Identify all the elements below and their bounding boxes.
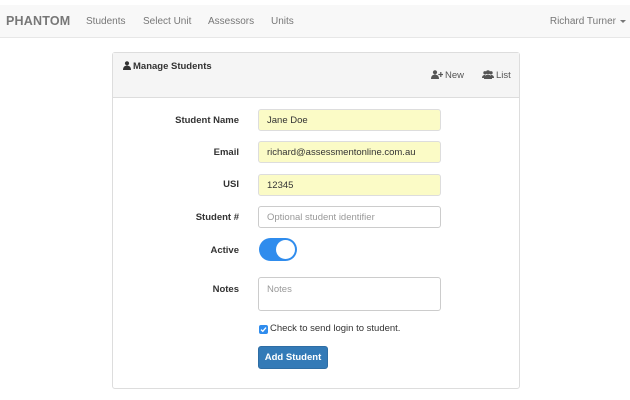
send-login-label: Check to send login to student. bbox=[270, 323, 401, 334]
notes-label: Notes bbox=[212, 284, 239, 295]
nav-link-units[interactable]: Units bbox=[271, 16, 294, 27]
nav-link-select-unit[interactable]: Select Unit bbox=[143, 16, 191, 27]
nav-link-students[interactable]: Students bbox=[86, 16, 125, 27]
email-input[interactable] bbox=[258, 141, 441, 163]
student-number-label: Student # bbox=[195, 212, 239, 223]
new-link-label: New bbox=[445, 70, 465, 81]
new-student-link[interactable]: New bbox=[431, 70, 464, 81]
panel-title: Manage Students bbox=[123, 61, 212, 72]
usi-input[interactable] bbox=[258, 174, 441, 196]
panel-header: Manage Students New List bbox=[113, 53, 519, 98]
brand-logo[interactable]: PHANTOM bbox=[6, 14, 70, 28]
notes-textarea[interactable] bbox=[258, 277, 441, 311]
active-toggle[interactable] bbox=[259, 238, 297, 261]
nav-link-assessors[interactable]: Assessors bbox=[208, 16, 254, 27]
student-number-input[interactable] bbox=[258, 206, 441, 228]
panel-title-text: Manage Students bbox=[133, 61, 212, 72]
user-icon bbox=[123, 61, 131, 70]
usi-label: USI bbox=[223, 179, 239, 190]
caret-down-icon bbox=[620, 19, 626, 23]
top-navbar: PHANTOM Students Select Unit Assessors U… bbox=[0, 5, 630, 38]
add-student-button[interactable]: Add Student bbox=[258, 346, 328, 369]
list-link-label: List bbox=[496, 70, 511, 81]
student-name-label: Student Name bbox=[175, 115, 239, 126]
users-icon bbox=[482, 70, 494, 79]
email-label: Email bbox=[213, 147, 239, 158]
user-name: Richard Turner bbox=[549, 16, 616, 27]
active-label: Active bbox=[210, 245, 239, 256]
user-menu[interactable]: Richard Turner bbox=[550, 16, 626, 27]
checkmark-icon bbox=[260, 327, 267, 333]
toggle-knob bbox=[276, 240, 295, 259]
student-name-input[interactable] bbox=[258, 109, 441, 131]
send-login-checkbox[interactable] bbox=[259, 325, 268, 334]
user-plus-icon bbox=[431, 70, 444, 79]
student-list-link[interactable]: List bbox=[482, 70, 511, 81]
